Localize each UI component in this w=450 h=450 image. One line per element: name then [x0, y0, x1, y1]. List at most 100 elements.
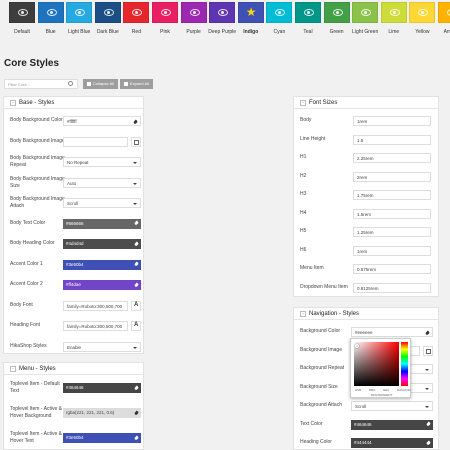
- filter-input[interactable]: Filter Core...: [4, 79, 78, 89]
- h4-field[interactable]: 1.5rem: [353, 208, 431, 219]
- menu-styles-header[interactable]: - Menu - Styles: [4, 363, 143, 375]
- body-text-color-field[interactable]: #666666: [63, 218, 141, 229]
- field-label: HikaShop Styles: [10, 342, 47, 349]
- mode-hsb[interactable]: HSB: [355, 388, 361, 392]
- swatch-light-blue[interactable]: Light Blue: [66, 2, 93, 35]
- swatch-dark-blue[interactable]: Dark Blue: [94, 2, 121, 35]
- color-drop-icon: [426, 440, 431, 445]
- color-preset-bar: Default Blue Light Blue Dark Blue Red Pink Pur…: [0, 0, 450, 46]
- swatch-default[interactable]: Default: [9, 2, 35, 35]
- swatch-cyan[interactable]: Cyan: [266, 2, 293, 35]
- base-styles-header[interactable]: - Base - Styles: [4, 97, 143, 109]
- background-attach-field[interactable]: Scroll: [351, 401, 433, 411]
- eye-icon: [389, 9, 400, 16]
- collapse-all-label: Collapse All: [93, 81, 114, 86]
- heading-color-field[interactable]: #444444: [351, 438, 433, 448]
- swatch-color[interactable]: [66, 2, 93, 23]
- menu-item-field[interactable]: 0.875rem: [353, 264, 431, 274]
- swatch-yellow[interactable]: Yellow: [409, 2, 436, 35]
- swatch-color[interactable]: [352, 2, 379, 23]
- h6-field[interactable]: 1rem: [353, 245, 431, 256]
- image-select-button[interactable]: [131, 136, 141, 147]
- swatch-color[interactable]: [180, 2, 207, 23]
- field-label: Background Color: [300, 328, 341, 334]
- body-field[interactable]: 1rem: [353, 116, 431, 126]
- swatch-color[interactable]: [37, 2, 64, 23]
- navigation-styles-header[interactable]: - Navigation - Styles: [294, 308, 438, 320]
- field-label: Body Background Image Size: [10, 175, 65, 189]
- swatch-lime[interactable]: Lime: [380, 2, 407, 35]
- swatch-amber[interactable]: Amber: [438, 2, 450, 35]
- accent-color-1-field[interactable]: #3e50b4: [63, 259, 141, 270]
- body-background-image-repeat-field[interactable]: No Repeat: [63, 157, 141, 167]
- mode-rbg[interactable]: RBG: [369, 388, 376, 392]
- font-select-button[interactable]: A: [131, 321, 141, 331]
- accent-color-2-field[interactable]: #ff4dae: [63, 280, 141, 290]
- hue-slider[interactable]: [401, 342, 408, 386]
- line-height-field[interactable]: 1.5: [353, 134, 431, 145]
- toplevel-item-active-and-hover-text-field[interactable]: #3e50b4: [63, 433, 141, 443]
- image-icon: [134, 139, 139, 145]
- body-background-image-size-field[interactable]: Auto: [63, 177, 141, 188]
- swatch-color[interactable]: [409, 2, 436, 23]
- base-styles-panel: - Base - Styles Body Background Color #fff…: [3, 96, 144, 354]
- swatch-blue[interactable]: Blue: [37, 2, 64, 35]
- image-select-button[interactable]: [423, 345, 433, 356]
- body-background-image-field[interactable]: [63, 136, 128, 147]
- swatch-red[interactable]: Red: [123, 2, 150, 35]
- swatch-color[interactable]: [9, 2, 35, 23]
- hikashop-styles-field[interactable]: Enable: [63, 341, 141, 352]
- text-color-field[interactable]: #464646: [351, 419, 433, 430]
- heading-font-field[interactable]: family=Roboto:300,500,700: [63, 321, 128, 331]
- h2-field[interactable]: 2rem: [353, 171, 431, 182]
- h3-field[interactable]: 1.75rem: [353, 190, 431, 200]
- dropdown-menu-item-field[interactable]: 0.8125rem: [353, 282, 431, 293]
- font-select-button[interactable]: A: [131, 300, 141, 311]
- transparent-option[interactable]: TRANSPARENT: [351, 393, 412, 397]
- swatch-color[interactable]: [209, 2, 236, 23]
- swatch-light-green[interactable]: Light Green: [352, 2, 379, 35]
- mode-hex[interactable]: HEX: [383, 388, 389, 392]
- collapse-toggle-icon: -: [300, 311, 306, 317]
- toplevel-item-active-and-hover-background-field[interactable]: rgba(221, 221, 221, 0.6): [63, 408, 141, 418]
- swatch-purple[interactable]: Purple: [180, 2, 207, 35]
- expand-all-button[interactable]: Expand All: [120, 79, 153, 89]
- swatch-color[interactable]: [323, 2, 350, 23]
- swatch-color[interactable]: [438, 2, 450, 23]
- h5-field[interactable]: 1.25rem: [353, 227, 431, 237]
- h1-field[interactable]: 2.25rem: [353, 153, 431, 163]
- field-label: Heading Font: [10, 322, 41, 328]
- swatch-color[interactable]: [123, 2, 150, 23]
- mode-random[interactable]: RANDOM: [397, 388, 410, 392]
- swatch-green[interactable]: Green: [323, 2, 350, 35]
- body-background-image-attach-field[interactable]: Scroll: [63, 198, 141, 208]
- swatch-color[interactable]: [380, 2, 407, 23]
- saturation-area[interactable]: [354, 342, 399, 386]
- background-color-field[interactable]: #eeeeee: [351, 327, 433, 337]
- body-heading-color-field[interactable]: #4d4d4d: [63, 239, 141, 249]
- body-font-field[interactable]: family=Roboto:300,500,700: [63, 300, 128, 311]
- swatch-deep-purple[interactable]: Deep Purple: [208, 2, 236, 35]
- collapse-all-button[interactable]: Collapse All: [83, 79, 118, 89]
- eye-icon: [103, 9, 114, 16]
- toplevel-item-default-text-field[interactable]: #464646: [63, 383, 141, 393]
- field-label: Toplevel Item - Active & Hover Text: [10, 431, 62, 444]
- swatch-color[interactable]: ★: [237, 2, 264, 23]
- swatch-color[interactable]: [152, 2, 178, 23]
- body-background-color-field[interactable]: #ffffff: [63, 116, 141, 126]
- swatch-teal[interactable]: Teal: [295, 2, 321, 35]
- field-label: Body Heading Color: [10, 240, 55, 246]
- field-label: Body Background Image: [10, 137, 65, 144]
- swatch-color[interactable]: [94, 2, 121, 23]
- swatch-indigo[interactable]: ★ Indigo: [237, 2, 264, 35]
- picker-knob[interactable]: [355, 344, 359, 348]
- font-sizes-header[interactable]: - Font Sizes: [294, 97, 438, 109]
- color-picker-popup[interactable]: HSB RBG HEX RANDOM TRANSPARENT: [350, 338, 411, 398]
- field-value: rgba(221, 221, 221, 0.6): [66, 410, 115, 415]
- swatch-color[interactable]: [266, 2, 293, 23]
- swatch-pink[interactable]: Pink: [152, 2, 178, 35]
- field-label: Body Background Image Attach: [10, 196, 65, 209]
- swatch-color[interactable]: [295, 2, 321, 23]
- eye-icon: [332, 9, 343, 16]
- field-label: H4: [300, 209, 307, 216]
